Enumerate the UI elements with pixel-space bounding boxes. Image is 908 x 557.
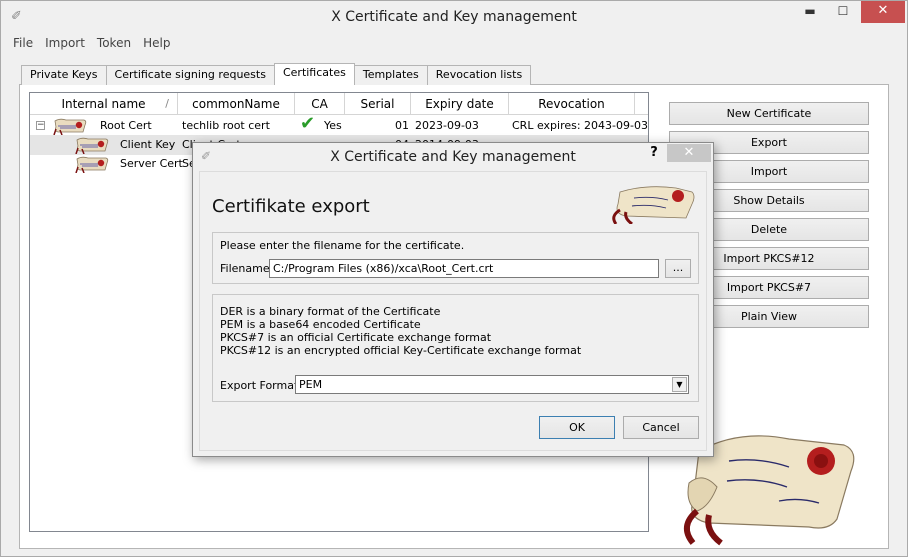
dialog-close-button[interactable]: ✕ [667, 144, 711, 162]
menu-help[interactable]: Help [137, 34, 176, 52]
col-common-name[interactable]: commonName [178, 93, 295, 115]
cert-internal-name: Client Key [120, 138, 176, 151]
info-der: DER is a binary format of the Certificat… [220, 305, 441, 318]
window-title: X Certificate and Key management [331, 9, 577, 25]
dialog-title-bar: ✐ X Certificate and Key management ? ✕ [193, 143, 713, 171]
checkmark-icon: ✔ [300, 113, 316, 134]
export-format-select[interactable]: PEM ▼ [295, 375, 689, 394]
help-button[interactable]: ? [647, 145, 661, 160]
dialog-heading: Certifikate export [212, 196, 370, 217]
dialog-title: X Certificate and Key management [330, 149, 576, 165]
close-button[interactable]: ✕ [861, 1, 905, 23]
col-ca[interactable]: CA [295, 93, 345, 115]
cert-ca: Yes [324, 119, 342, 132]
cert-common-name: techlib root cert [182, 119, 270, 132]
certificate-icon [75, 137, 109, 154]
table-row[interactable]: − Root Cert techlib root cert ✔ Yes 01 2… [30, 113, 648, 136]
cert-internal-name: Root Cert [100, 119, 152, 132]
cert-serial: 01 [395, 119, 409, 132]
tab-csr[interactable]: Certificate signing requests [105, 65, 275, 85]
info-pem: PEM is a base64 encoded Certificate [220, 318, 421, 331]
col-serial[interactable]: Serial [345, 93, 411, 115]
certificate-icon [75, 156, 109, 173]
cert-internal-name: Server Cert [120, 157, 183, 170]
col-expiry-date[interactable]: Expiry date [411, 93, 509, 115]
export-format-label: Export Format [220, 379, 299, 392]
col-internal-name[interactable]: Internal name / [30, 93, 178, 115]
col-revocation[interactable]: Revocation [509, 93, 635, 115]
info-pkcs7: PKCS#7 is an official Certificate exchan… [220, 331, 492, 344]
dialog-body: Certifikate export Please enter the file… [199, 171, 707, 451]
format-group: DER is a binary format of the Certificat… [212, 294, 699, 402]
tree-header: Internal name / commonName CA Serial Exp… [30, 93, 648, 115]
tab-private-keys[interactable]: Private Keys [21, 65, 107, 85]
menu-import[interactable]: Import [39, 34, 91, 52]
tab-templates[interactable]: Templates [353, 65, 428, 85]
cert-expiry: 2023-09-03 [415, 119, 479, 132]
export-dialog: ✐ X Certificate and Key management ? ✕ C… [192, 142, 714, 457]
tab-certificates[interactable]: Certificates [273, 63, 355, 85]
certificate-icon [53, 118, 87, 135]
minimize-button[interactable]: ▬ [796, 1, 824, 23]
collapse-icon[interactable]: − [36, 121, 45, 130]
menu-token[interactable]: Token [91, 34, 137, 52]
dropdown-arrow-icon[interactable]: ▼ [672, 377, 687, 392]
tab-bar: Private Keys Certificate signing request… [21, 63, 532, 85]
browse-button[interactable]: ... [665, 259, 691, 278]
menu-bar: File Import Token Help [7, 34, 176, 52]
filename-group: Please enter the filename for the certif… [212, 232, 699, 284]
filename-label: Filename [220, 262, 270, 275]
title-bar: ✐ X Certificate and Key management ▬ ☐ ✕ [1, 1, 907, 33]
filename-input[interactable]: C:/Program Files (x86)/xca\Root_Cert.crt [269, 259, 659, 278]
maximize-button[interactable]: ☐ [829, 1, 857, 23]
tab-revocation-lists[interactable]: Revocation lists [426, 65, 532, 85]
sort-indicator-icon: / [165, 97, 169, 110]
new-certificate-button[interactable]: New Certificate [669, 102, 869, 125]
ok-button[interactable]: OK [539, 416, 615, 439]
menu-file[interactable]: File [7, 34, 39, 52]
cert-revocation: CRL expires: 2043-09-03 [512, 119, 648, 132]
filename-prompt: Please enter the filename for the certif… [220, 239, 465, 252]
scroll-seal-logo [612, 186, 695, 224]
info-pkcs12: PKCS#12 is an encrypted official Key-Cer… [220, 344, 582, 357]
cancel-button[interactable]: Cancel [623, 416, 699, 439]
